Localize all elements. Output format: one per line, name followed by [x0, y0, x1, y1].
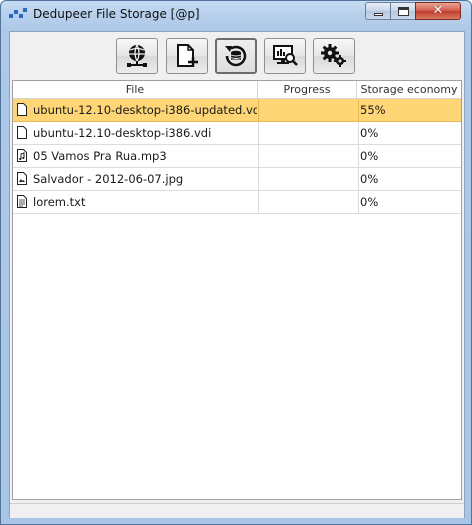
storage-economy-value: 0%: [360, 149, 379, 163]
progress-cell: [258, 122, 359, 144]
image-file-icon: [17, 172, 27, 185]
storage-economy-value: 0%: [360, 126, 379, 140]
file-name: lorem.txt: [33, 195, 86, 209]
table-row[interactable]: 05 Vamos Pra Rua.mp3 0%: [13, 145, 461, 168]
column-header-file[interactable]: File: [13, 81, 258, 98]
file-add-icon: [177, 44, 198, 67]
progress-cell: [258, 168, 359, 190]
file-list[interactable]: File Progress Storage economy ubuntu-12.…: [12, 80, 462, 500]
file-name: 05 Vamos Pra Rua.mp3: [33, 149, 167, 163]
storage-economy-value: 0%: [360, 195, 379, 209]
table-row[interactable]: lorem.txt 0%: [13, 191, 461, 214]
close-button[interactable]: ✕: [415, 2, 461, 20]
restore-database-icon: [225, 45, 247, 67]
column-header-progress[interactable]: Progress: [258, 81, 357, 98]
storage-economy-value: 0%: [360, 172, 379, 186]
file-icon: [17, 126, 27, 139]
window-title: Dedupeer File Storage [@p]: [33, 7, 200, 21]
title-bar[interactable]: Dedupeer File Storage [@p] ✕: [1, 1, 471, 27]
file-icon: [17, 103, 27, 116]
file-name: ubuntu-12.10-desktop-i386.vdi: [33, 126, 212, 140]
audio-file-icon: [17, 149, 27, 162]
maximize-icon: [391, 3, 415, 19]
globe-network-icon: [127, 44, 147, 67]
network-button[interactable]: [116, 38, 158, 74]
table-row[interactable]: ubuntu-12.10-desktop-i386-updated.vdi 55…: [13, 99, 461, 122]
table-row[interactable]: Salvador - 2012-06-07.jpg 0%: [13, 168, 461, 191]
column-header-storage-economy[interactable]: Storage economy: [357, 81, 461, 98]
settings-button[interactable]: [313, 38, 355, 74]
monitor-search-button[interactable]: [264, 38, 306, 74]
add-file-button[interactable]: [166, 38, 208, 74]
monitor-search-icon: [273, 45, 298, 66]
progress-cell: [258, 191, 359, 213]
toolbar: [10, 32, 464, 80]
app-logo-icon: [9, 8, 27, 20]
minimize-button[interactable]: [365, 2, 391, 20]
text-file-icon: [17, 195, 27, 208]
restore-button[interactable]: [215, 38, 257, 74]
progress-cell: [258, 99, 359, 121]
table-row[interactable]: ubuntu-12.10-desktop-i386.vdi 0%: [13, 122, 461, 145]
progress-cell: [258, 145, 359, 167]
main-panel: File Progress Storage economy ubuntu-12.…: [9, 31, 465, 518]
close-icon: ✕: [432, 3, 444, 18]
list-rows: ubuntu-12.10-desktop-i386-updated.vdi 55…: [13, 99, 461, 214]
list-header: File Progress Storage economy: [13, 81, 461, 99]
gears-icon: [321, 44, 346, 67]
app-window: Dedupeer File Storage [@p] ✕ File Progre…: [0, 0, 472, 525]
minimize-icon: [366, 3, 390, 19]
status-bar: [10, 503, 464, 518]
maximize-button[interactable]: [390, 2, 416, 20]
storage-economy-value: 55%: [360, 103, 386, 117]
file-name: ubuntu-12.10-desktop-i386-updated.vdi: [33, 103, 257, 117]
file-name: Salvador - 2012-06-07.jpg: [33, 172, 184, 186]
